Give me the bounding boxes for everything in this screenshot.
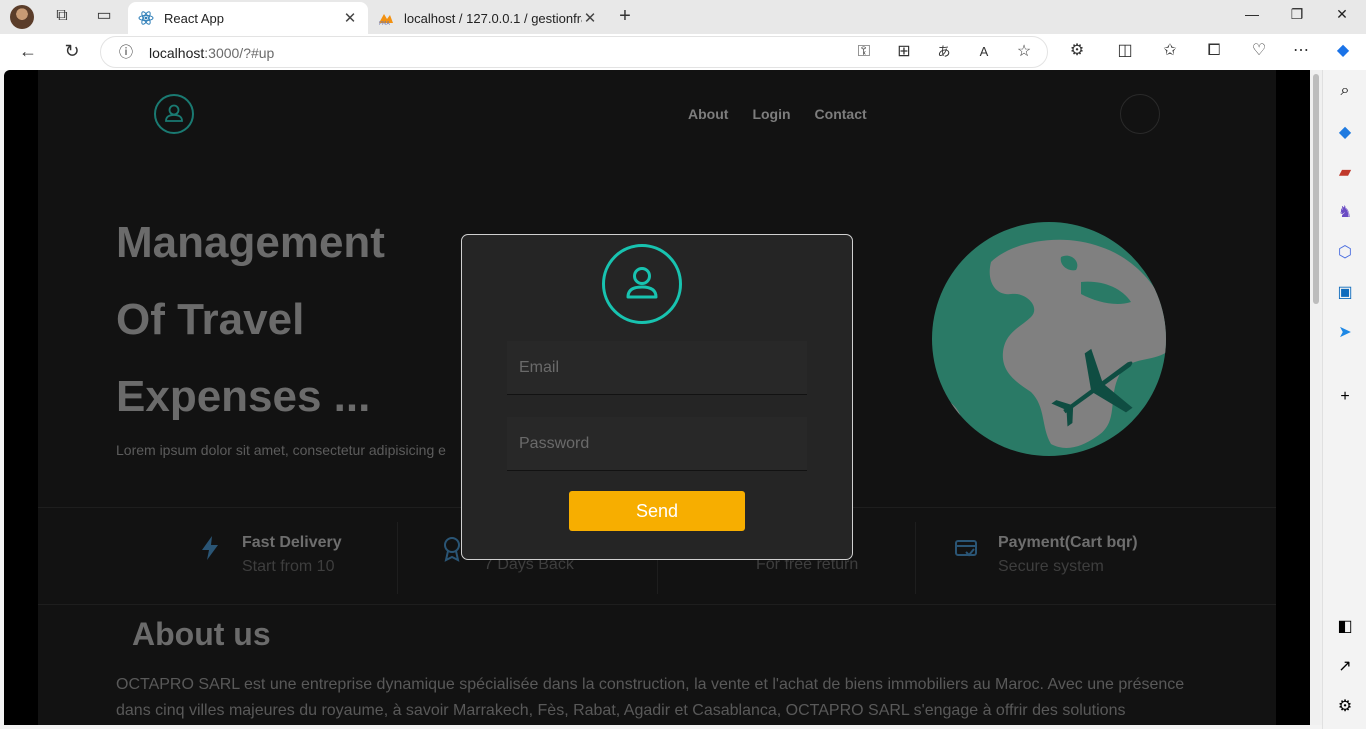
edge-sidebar: ⌕ ◆ ▰ ♞ ⬡ ▣ ➤ + ◧ ↗ ⚙ bbox=[1322, 70, 1366, 729]
browser-essentials-icon[interactable]: ♡ bbox=[1248, 41, 1270, 63]
tab-react-app[interactable]: React App ✕ bbox=[128, 2, 368, 34]
vertical-tabs-icon[interactable]: ▭ bbox=[93, 6, 115, 28]
nav-link-login[interactable]: Login bbox=[752, 106, 790, 122]
favorites-icon[interactable]: ✩ bbox=[1159, 41, 1181, 63]
new-tab-plus-icon[interactable]: + bbox=[614, 6, 636, 28]
lightning-icon bbox=[198, 534, 226, 576]
theme-toggle-button[interactable] bbox=[1120, 94, 1160, 134]
browser-tab-bar: ⧉ ▭ React App ✕ PMA localhost / 127.0.0.… bbox=[0, 0, 1366, 34]
phpmyadmin-icon: PMA bbox=[379, 14, 393, 26]
user-avatar-icon bbox=[602, 244, 682, 324]
favorite-star-icon[interactable]: ☆ bbox=[1013, 42, 1035, 64]
hide-sidebar-icon[interactable]: ◧ bbox=[1334, 616, 1356, 638]
external-link-icon[interactable]: ↗ bbox=[1334, 656, 1356, 678]
about-title: About us bbox=[132, 616, 271, 652]
about-text: OCTAPRO SARL est une entreprise dynamiqu… bbox=[116, 676, 1185, 719]
react-icon bbox=[138, 11, 154, 25]
feature-sub: Secure system bbox=[998, 558, 1104, 575]
minimize-icon[interactable]: — bbox=[1237, 6, 1267, 22]
user-icon bbox=[165, 104, 183, 122]
games-icon[interactable]: ♞ bbox=[1334, 202, 1356, 224]
hero-title: Management Of Travel Expenses ... bbox=[116, 204, 385, 435]
shopping-tag-icon[interactable]: ◆ bbox=[1334, 122, 1356, 144]
tab-title: React App bbox=[164, 10, 224, 26]
card-icon bbox=[954, 534, 982, 576]
copilot-icon[interactable]: ◆ bbox=[1332, 41, 1354, 63]
outlook-icon[interactable]: ▣ bbox=[1334, 282, 1356, 304]
close-tab-icon[interactable]: ✕ bbox=[582, 9, 598, 27]
scrollbar-thumb[interactable] bbox=[1313, 74, 1319, 304]
feature-sub: Start from 10 bbox=[242, 558, 335, 575]
profile-avatar[interactable] bbox=[10, 5, 34, 29]
hero-title-line: Management bbox=[116, 218, 385, 267]
page-scrollbar[interactable] bbox=[1310, 70, 1322, 725]
extensions-icon[interactable]: ⚙ bbox=[1066, 41, 1088, 63]
microsoft365-icon[interactable]: ⬡ bbox=[1334, 242, 1356, 264]
svg-text:PMA: PMA bbox=[379, 21, 390, 26]
url-text: localhost:3000/?#up bbox=[149, 45, 275, 61]
translate-icon[interactable]: あ bbox=[933, 42, 955, 64]
read-aloud-icon[interactable]: A bbox=[973, 42, 995, 64]
collections-icon[interactable]: ⧠ bbox=[1203, 41, 1225, 63]
hero-title-line: Expenses ... bbox=[116, 372, 371, 421]
divider bbox=[397, 522, 398, 594]
close-tab-icon[interactable]: ✕ bbox=[342, 9, 358, 27]
user-icon bbox=[626, 267, 658, 299]
tab-phpmyadmin[interactable]: PMA localhost / 127.0.0.1 / gestionfra ✕ bbox=[368, 2, 608, 34]
send-button[interactable]: Send bbox=[569, 491, 745, 531]
nav-link-about[interactable]: About bbox=[688, 106, 728, 122]
address-bar: ← ↻ ⓘ localhost:3000/?#up ⚿ ⊞ あ A ☆ ⚙ ◫ … bbox=[0, 34, 1366, 70]
url-input[interactable]: ⓘ localhost:3000/?#up ⚿ ⊞ あ A ☆ bbox=[100, 36, 1048, 68]
divider bbox=[915, 522, 916, 594]
feature-name: Payment(Cart bqr) bbox=[998, 534, 1138, 551]
tab-title: localhost / 127.0.0.1 / gestionfra bbox=[404, 10, 582, 26]
tools-briefcase-icon[interactable]: ▰ bbox=[1334, 162, 1356, 184]
settings-gear-icon[interactable]: ⚙ bbox=[1334, 696, 1356, 718]
password-field[interactable] bbox=[507, 417, 807, 471]
hero-title-line: Of Travel bbox=[116, 295, 305, 344]
info-icon[interactable]: ⓘ bbox=[115, 42, 137, 64]
close-window-icon[interactable]: ✕ bbox=[1327, 6, 1357, 23]
apps-icon[interactable]: ⊞ bbox=[893, 42, 915, 64]
user-logo-icon[interactable] bbox=[154, 94, 194, 134]
restore-icon[interactable]: ❐ bbox=[1282, 6, 1312, 23]
email-field[interactable] bbox=[507, 341, 807, 395]
refresh-icon[interactable]: ↻ bbox=[61, 41, 83, 63]
feature-payment: Payment(Cart bqr) Secure system bbox=[954, 534, 1138, 576]
feature-name: Fast Delivery bbox=[242, 534, 342, 551]
send-icon[interactable]: ➤ bbox=[1334, 322, 1356, 344]
add-sidebar-app-icon[interactable]: + bbox=[1334, 386, 1356, 408]
more-menu-icon[interactable]: ⋯ bbox=[1290, 41, 1312, 63]
nav-link-contact[interactable]: Contact bbox=[815, 106, 867, 122]
globe-airplane-illustration bbox=[932, 222, 1166, 456]
hero-text: Lorem ipsum dolor sit amet, consectetur … bbox=[116, 442, 446, 458]
key-icon[interactable]: ⚿ bbox=[853, 42, 875, 64]
nav-links: About Login Contact bbox=[688, 106, 867, 122]
feature-fast-delivery: Fast Delivery Start from 10 bbox=[198, 534, 342, 576]
search-icon[interactable]: ⌕ bbox=[1334, 80, 1356, 102]
split-screen-icon[interactable]: ◫ bbox=[1114, 41, 1136, 63]
workspaces-icon[interactable]: ⧉ bbox=[51, 6, 73, 28]
login-modal: Send bbox=[461, 234, 853, 560]
back-arrow-icon[interactable]: ← bbox=[17, 41, 39, 63]
